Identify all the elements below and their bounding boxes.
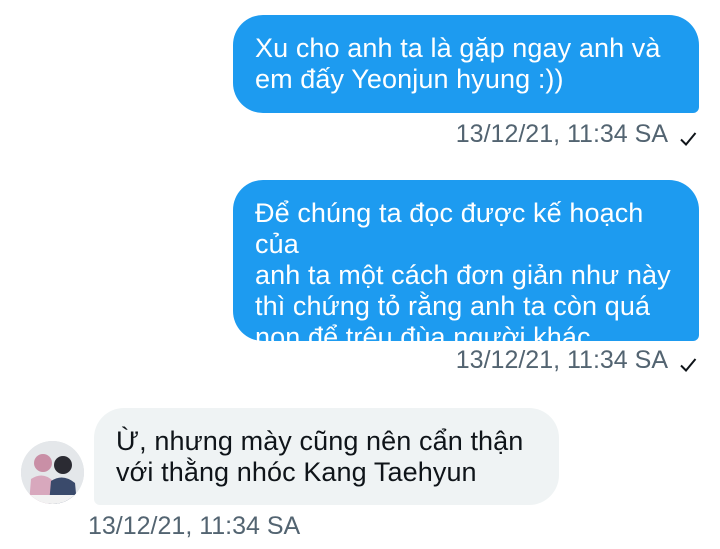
message-timestamp: 13/12/21, 11:34 SA — [455, 346, 668, 374]
message-meta: 13/12/21, 11:34 SA — [88, 512, 300, 541]
avatar[interactable] — [21, 441, 84, 504]
message-meta: 13/12/21, 11:34 SA — [456, 120, 698, 149]
message-meta: 13/12/21, 11:34 SA — [456, 346, 698, 375]
check-icon — [678, 127, 698, 147]
message-timestamp: 13/12/21, 11:34 SA — [455, 120, 668, 148]
message-timestamp: 13/12/21, 11:34 SA — [88, 512, 301, 540]
outgoing-message-bubble[interactable]: Xu cho anh ta là gặp ngay anh và em đấy … — [233, 15, 699, 113]
check-icon — [678, 353, 698, 373]
outgoing-message-bubble[interactable]: Để chúng ta đọc được kế hoạch của anh ta… — [233, 180, 699, 352]
incoming-message-bubble[interactable]: Ừ, nhưng mày cũng nên cẩn thận với thằng… — [94, 408, 559, 505]
